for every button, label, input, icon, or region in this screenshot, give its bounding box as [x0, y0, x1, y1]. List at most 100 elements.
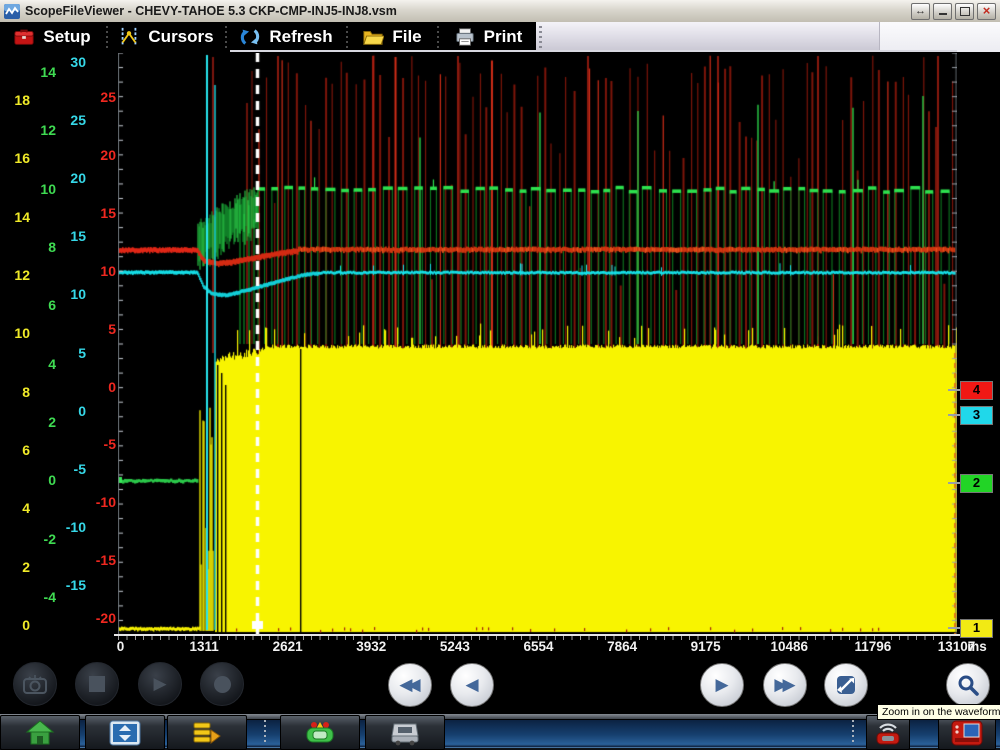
- vehicle-id-button[interactable]: [280, 715, 360, 750]
- channel-badge-4[interactable]: 4: [960, 381, 993, 400]
- stop-button[interactable]: [75, 662, 119, 706]
- scale-label-ch2: -4: [22, 589, 56, 605]
- scanner-unit-icon: [390, 720, 420, 746]
- channel-badge-2[interactable]: 2: [960, 474, 993, 493]
- app-window: ScopeFileViewer - CHEVY-TAHOE 5.3 CKP-CM…: [0, 0, 1000, 750]
- scale-label-ch2: 14: [22, 64, 56, 80]
- wireless-module-button[interactable]: [866, 715, 910, 750]
- time-label: 3932: [331, 639, 411, 654]
- scale-label-ch4: -15: [82, 552, 116, 568]
- time-label: 13107: [917, 639, 997, 654]
- scale-label-ch4: -10: [82, 494, 116, 510]
- window-title: ScopeFileViewer - CHEVY-TAHOE 5.3 CKP-CM…: [25, 4, 397, 18]
- cursors-label: Cursors: [148, 27, 213, 47]
- scale-label-ch2: 4: [22, 356, 56, 372]
- scope-area: 18161412108642014121086420-2-43025201510…: [0, 0, 1000, 750]
- fit-waveform-button[interactable]: [824, 663, 868, 707]
- scale-label-ch4: 25: [82, 89, 116, 105]
- camera-icon: [23, 674, 47, 694]
- snapshot-button[interactable]: [13, 662, 57, 706]
- list-icon: [192, 720, 222, 746]
- skip-back-icon: ◀◀: [399, 675, 415, 695]
- scale-label-ch1: 16: [0, 150, 30, 166]
- zoom-tooltip: Zoom in on the waveform: [877, 704, 1000, 720]
- step-back-button[interactable]: ◀: [450, 663, 494, 707]
- toolbar-grip-icon: [539, 26, 542, 48]
- play-review-button[interactable]: ▶: [138, 662, 182, 706]
- resize-button[interactable]: ↔: [911, 3, 930, 20]
- app-icon: [4, 4, 20, 19]
- scale-label-ch2: -2: [22, 531, 56, 547]
- skip-forward-icon: ▶▶: [774, 675, 790, 695]
- print-button[interactable]: Print: [440, 22, 536, 52]
- cursors-icon: [118, 26, 140, 48]
- home-button[interactable]: [0, 715, 80, 750]
- maximize-button[interactable]: [955, 3, 974, 20]
- scale-label-ch1: 12: [0, 267, 30, 283]
- time-label: 2621: [248, 639, 328, 654]
- scale-label-ch2: 10: [22, 181, 56, 197]
- time-label: 7864: [582, 639, 662, 654]
- title-bar: ScopeFileViewer - CHEVY-TAHOE 5.3 CKP-CM…: [0, 0, 1000, 23]
- setup-label: Setup: [43, 27, 90, 47]
- scale-label-ch1: 0: [0, 617, 30, 633]
- time-label: 11796: [833, 639, 913, 654]
- scope-button[interactable]: [85, 715, 165, 750]
- time-axis-ticks: [118, 636, 957, 640]
- channel-badge-3[interactable]: 3: [960, 406, 993, 425]
- data-manager-button[interactable]: [365, 715, 445, 750]
- printer-icon: [454, 26, 476, 48]
- scale-label-ch3: 25: [52, 112, 86, 128]
- menu-bar: Setup Cursors Refresh: [0, 22, 1000, 52]
- record-button[interactable]: [200, 662, 244, 706]
- file-button[interactable]: File: [349, 22, 435, 52]
- taskbar-separator: [264, 720, 266, 745]
- setup-button[interactable]: Setup: [0, 22, 104, 52]
- step-forward-icon: ▶: [715, 675, 728, 695]
- cursors-button[interactable]: Cursors: [109, 22, 223, 52]
- scale-label-ch1: 14: [0, 209, 30, 225]
- scale-label-ch4: 5: [82, 321, 116, 337]
- scale-label-ch3: 5: [52, 345, 86, 361]
- skip-forward-button[interactable]: ▶▶: [763, 663, 807, 707]
- channel-badge-1[interactable]: 1: [960, 619, 993, 638]
- scale-label-ch1: 6: [0, 442, 30, 458]
- scale-label-ch4: 15: [82, 205, 116, 221]
- scale-label-ch3: 30: [52, 54, 86, 70]
- play-icon: ▶: [153, 674, 166, 694]
- scale-label-ch3: -15: [52, 577, 86, 593]
- scale-label-ch4: 20: [82, 147, 116, 163]
- waveform-canvas[interactable]: [118, 53, 957, 635]
- scale-label-ch4: 10: [82, 263, 116, 279]
- scale-label-ch3: 0: [52, 403, 86, 419]
- zoom-in-button[interactable]: [946, 663, 990, 707]
- toolbox-icon: [13, 26, 35, 48]
- scale-label-ch1: 18: [0, 92, 30, 108]
- stop-icon: [89, 676, 105, 692]
- minimize-button[interactable]: [933, 3, 952, 20]
- print-label: Print: [484, 27, 523, 47]
- refresh-button[interactable]: Refresh: [228, 22, 344, 52]
- time-label: 6554: [499, 639, 579, 654]
- step-forward-button[interactable]: ▶: [700, 663, 744, 707]
- magnifier-icon: [956, 673, 980, 697]
- taskbar: No Active Vehicle: [0, 714, 1000, 750]
- taskbar-separator: [852, 720, 854, 745]
- time-label: 5243: [415, 639, 495, 654]
- close-button[interactable]: ×: [977, 3, 996, 20]
- scale-label-ch2: 8: [22, 239, 56, 255]
- scale-label-ch3: 15: [52, 228, 86, 244]
- scale-label-ch1: 10: [0, 325, 30, 341]
- scale-label-ch2: 2: [22, 414, 56, 430]
- scale-label-ch3: -10: [52, 519, 86, 535]
- diagnostic-device-button[interactable]: [938, 715, 996, 750]
- scale-label-ch4: -20: [82, 610, 116, 626]
- record-icon: [214, 676, 231, 693]
- scale-label-ch3: -5: [52, 461, 86, 477]
- scale-label-ch2: 0: [22, 472, 56, 488]
- expand-arrows-icon: [834, 673, 858, 697]
- time-label: 9175: [666, 639, 746, 654]
- skip-back-button[interactable]: ◀◀: [388, 663, 432, 707]
- menu-list-button[interactable]: [167, 715, 247, 750]
- scale-label-ch1: 4: [0, 500, 30, 516]
